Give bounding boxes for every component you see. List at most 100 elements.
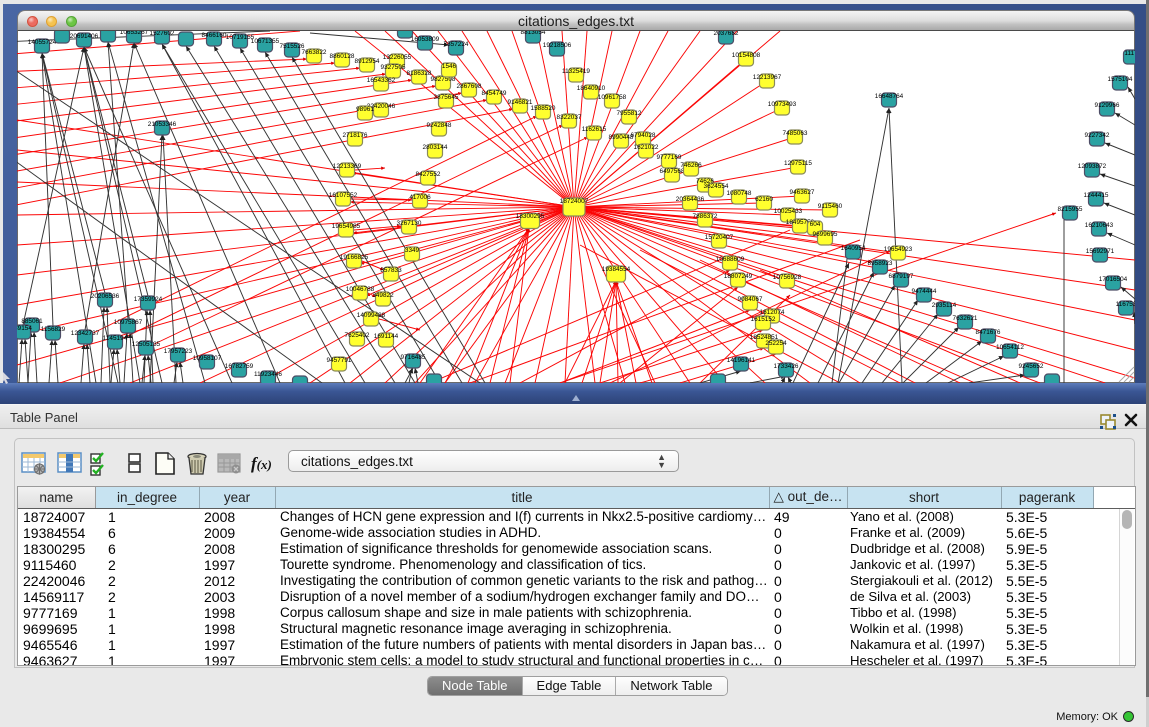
svg-text:20364436: 20364436 [676, 196, 705, 203]
svg-text:20206536: 20206536 [91, 293, 120, 300]
svg-text:8427552: 8427552 [416, 171, 441, 178]
svg-text:62160: 62160 [755, 196, 773, 203]
svg-text:16543362: 16543362 [367, 77, 396, 84]
svg-text:10688609: 10688609 [716, 256, 745, 263]
svg-text:10046788: 10046788 [346, 286, 375, 293]
svg-text:2803144: 2803144 [423, 144, 448, 151]
svg-text:9129966: 9129966 [1095, 102, 1120, 109]
svg-text:12975115: 12975115 [784, 160, 812, 167]
svg-text:1612074: 1612074 [760, 309, 785, 316]
svg-text:12213967: 12213967 [753, 74, 782, 81]
svg-text:19654923: 19654923 [884, 246, 913, 253]
svg-text:39154: 39154 [17, 325, 32, 332]
svg-text:20691406: 20691406 [70, 33, 99, 40]
svg-text:9699695: 9699695 [813, 231, 838, 238]
svg-text:21053346: 21053346 [148, 121, 177, 128]
svg-text:18300295: 18300295 [516, 213, 545, 220]
svg-text:1575104: 1575104 [1108, 76, 1133, 83]
svg-text:1117: 1117 [1124, 50, 1135, 57]
svg-text:1080748: 1080748 [727, 190, 752, 197]
svg-text:10756928: 10756928 [773, 274, 802, 281]
svg-text:8466160: 8466160 [202, 32, 227, 39]
svg-text:12342737: 12342737 [71, 330, 100, 337]
svg-text:9463627: 9463627 [790, 189, 815, 196]
svg-text:10961758: 10961758 [598, 94, 627, 101]
svg-text:3875645: 3875645 [434, 94, 459, 101]
svg-text:2935114: 2935114 [932, 302, 957, 309]
svg-text:9474444: 9474444 [912, 288, 937, 295]
svg-text:2867608: 2867608 [457, 83, 482, 90]
svg-text:8454749: 8454749 [482, 90, 507, 97]
svg-text:1546: 1546 [442, 63, 457, 70]
svg-text:10973493: 10973493 [768, 101, 797, 108]
svg-text:17016504: 17016504 [1099, 276, 1128, 283]
svg-text:10975867: 10975867 [114, 319, 143, 326]
svg-text:10653267: 10653267 [120, 31, 149, 36]
svg-text:3349: 3349 [405, 247, 420, 254]
svg-text:19166825: 19166825 [340, 254, 369, 261]
svg-text:885061: 885061 [21, 318, 43, 325]
svg-text:604: 604 [810, 221, 821, 228]
svg-text:10025433: 10025433 [774, 208, 803, 215]
svg-text:9115460: 9115460 [818, 203, 843, 210]
svg-text:14099488: 14099488 [357, 312, 386, 319]
svg-text:1162615: 1162615 [582, 126, 607, 133]
svg-text:10958107: 10958107 [193, 355, 222, 362]
svg-text:19218506: 19218506 [543, 42, 572, 49]
svg-text:10154808: 10154808 [732, 52, 761, 59]
svg-text:2037682: 2037682 [714, 31, 739, 37]
svg-text:9777169: 9777169 [657, 154, 682, 161]
svg-text:7886372: 7886372 [693, 213, 718, 220]
svg-text:8215955: 8215955 [1058, 206, 1083, 213]
svg-text:8813054: 8813054 [521, 31, 546, 36]
svg-text:14055724: 14055724 [28, 39, 57, 46]
svg-text:14196141: 14196141 [727, 357, 756, 364]
svg-text:3267130: 3267130 [397, 220, 422, 227]
svg-text:10654112: 10654112 [996, 344, 1024, 351]
svg-text:16107552: 16107552 [329, 192, 358, 199]
svg-text:9327505: 9327505 [381, 64, 406, 71]
svg-text:9457791: 9457791 [327, 357, 352, 364]
svg-text:9242848: 9242848 [427, 122, 452, 129]
svg-text:1615152: 1615152 [751, 316, 776, 323]
svg-text:16782759: 16782759 [225, 363, 254, 370]
svg-text:9146821: 9146821 [508, 99, 533, 106]
svg-text:1156829: 1156829 [41, 326, 66, 333]
svg-text:7663822: 7663822 [302, 49, 327, 56]
svg-text:19384554: 19384554 [602, 266, 631, 273]
svg-text:18724007: 18724007 [560, 198, 589, 205]
svg-text:3624554: 3624554 [704, 183, 729, 190]
svg-text:7955812: 7955812 [617, 110, 642, 117]
svg-text:6497568: 6497568 [660, 168, 685, 175]
svg-text:7632621: 7632621 [953, 315, 978, 322]
svg-text:8471676: 8471676 [976, 329, 1001, 336]
svg-text:18807249: 18807249 [724, 273, 753, 280]
svg-text:1733426: 1733426 [774, 363, 799, 370]
svg-text:11923446: 11923446 [254, 371, 282, 378]
svg-text:7485063: 7485063 [783, 130, 808, 137]
svg-text:12093872: 12093872 [1078, 163, 1107, 170]
svg-text:16053809: 16053809 [411, 36, 440, 43]
svg-text:252254: 252254 [765, 340, 787, 347]
svg-text:9716485: 9716485 [401, 354, 426, 361]
svg-text:15692971: 15692971 [1086, 248, 1115, 255]
svg-text:8958923: 8958923 [868, 260, 893, 267]
svg-text:116753: 116753 [1116, 301, 1135, 308]
svg-text:12213369: 12213369 [333, 163, 362, 170]
svg-text:349822: 349822 [372, 292, 394, 299]
svg-text:8860128: 8860128 [330, 53, 355, 60]
svg-text:98961: 98961 [356, 106, 374, 113]
svg-text:857833: 857833 [380, 267, 402, 274]
svg-text:1588520: 1588520 [531, 105, 556, 112]
svg-text:19654985: 19654985 [332, 223, 361, 230]
svg-text:15720407: 15720407 [705, 234, 734, 241]
svg-text:1691144: 1691144 [374, 333, 399, 340]
svg-text:9084067: 9084067 [738, 296, 763, 303]
svg-text:16648764: 16648764 [875, 93, 904, 100]
svg-text:12505135: 12505135 [132, 341, 161, 348]
svg-text:10671355: 10671355 [251, 38, 280, 45]
svg-text:18640910: 18640910 [577, 85, 606, 92]
svg-text:1244415: 1244415 [1084, 192, 1109, 199]
svg-text:1527602: 1527602 [150, 31, 175, 37]
svg-text:746266: 746266 [680, 162, 702, 169]
